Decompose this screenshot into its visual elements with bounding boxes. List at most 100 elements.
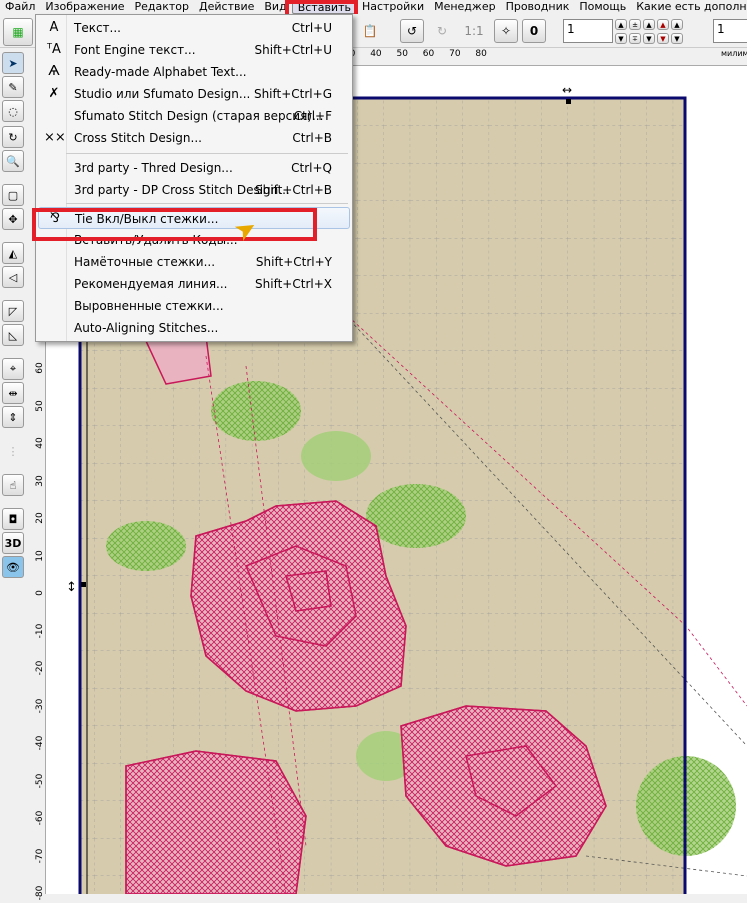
hand-icon[interactable]: ☝	[2, 474, 24, 496]
zoom-icon[interactable]: 🔍	[2, 150, 24, 172]
align-icon[interactable]: ▼	[671, 33, 683, 44]
align-v-icon[interactable]: ⇕	[2, 406, 24, 428]
3d-icon[interactable]: 3D	[2, 532, 24, 554]
move-icon[interactable]: ✥	[2, 208, 24, 230]
menu-item[interactable]: A Текст... Ctrl+U	[38, 17, 350, 39]
ruler-v-label: -20	[35, 660, 45, 676]
preview-icon[interactable]: 👁	[2, 556, 24, 578]
reshape-icon[interactable]: ✎	[2, 76, 24, 98]
new-design-icon[interactable]: ▦	[3, 18, 33, 46]
ruler-h-label: 40	[370, 49, 382, 59]
ruler-v-label: -10	[35, 623, 45, 638]
redo-icon[interactable]: ↻	[430, 19, 454, 43]
menu-item-label: Cross Stitch Design...	[74, 131, 202, 145]
menu-item-label: Tie Вкл/Выкл стежки...	[75, 212, 219, 226]
align-icon[interactable]: ▲	[657, 19, 669, 30]
menu-4[interactable]: Вид	[259, 0, 291, 14]
menu-item[interactable]: 3rd party - Thred Design... Ctrl+Q	[38, 157, 350, 179]
ruler-unit: милиметр	[721, 49, 747, 58]
menu-item[interactable]: Auto-Aligning Stitches...	[38, 317, 350, 339]
menu-item[interactable]: Рекомендуемая линия... Shift+Ctrl+X	[38, 273, 350, 295]
spin-down-icon[interactable]: ▼	[615, 33, 627, 44]
menu-item-shortcut: Shift+Ctrl+G	[253, 87, 332, 101]
frame-icon[interactable]: ▢	[2, 184, 24, 206]
menu-8[interactable]: Проводник	[501, 0, 575, 14]
ruler-h-label: 50	[396, 49, 408, 59]
paste-icon[interactable]: 📋	[358, 19, 382, 43]
count-input-1[interactable]: 1	[563, 19, 613, 43]
menu-item[interactable]: Выровненные стежки...	[38, 295, 350, 317]
menu-item[interactable]: ⅋ Tie Вкл/Выкл стежки...	[38, 207, 350, 229]
insert-dropdown-menu: A Текст... Ctrl+U ᵀA Font Engine текст... Shi…	[35, 14, 353, 342]
menu-item-shortcut: Ctrl+Q	[291, 161, 332, 175]
menu-item[interactable]: Sfumato Stitch Design (старая версия)...…	[38, 105, 350, 127]
font-engine-icon: ᵀA	[47, 42, 61, 57]
menu-item-label: Текст...	[74, 21, 121, 35]
center-icon[interactable]: ⌖	[2, 358, 24, 380]
ruler-v-label: 20	[35, 512, 45, 524]
ruler-v-label: -70	[35, 848, 45, 863]
ruler-v-label: -80	[35, 885, 45, 901]
resize-handle-top[interactable]	[566, 99, 571, 104]
align-icon[interactable]: ±	[629, 19, 641, 30]
spin-up-icon[interactable]: ▲	[615, 19, 627, 30]
menu-5[interactable]: Вставить	[291, 0, 357, 14]
menu-item[interactable]: ᵀA Font Engine текст... Shift+Ctrl+U	[38, 39, 350, 61]
menu-10[interactable]: Какие есть дополн	[631, 0, 747, 14]
outline-icon[interactable]: 0	[522, 19, 546, 43]
menu-item-label: Studio или Sfumato Design...	[74, 87, 251, 101]
lasso-icon[interactable]: ◌	[2, 100, 24, 122]
menu-item[interactable]: 3rd party - DP Cross Stitch Design... Shi…	[38, 179, 350, 201]
align-icon[interactable]: ▼	[657, 33, 669, 44]
sfumato-icon: ✗	[48, 86, 60, 101]
menu-item[interactable]: Ѧ Ready-made Alphabet Text...	[38, 61, 350, 83]
align-icon[interactable]: ▼	[643, 33, 655, 44]
ruler-v-label: -60	[35, 810, 45, 826]
magic-wand-icon[interactable]: ✧	[494, 19, 518, 43]
menu-1[interactable]: Изображение	[40, 0, 129, 14]
menu-item[interactable]: ⨯⨯ Cross Stitch Design... Ctrl+B	[38, 127, 350, 149]
align-icon[interactable]: ∓	[629, 33, 641, 44]
rotate-icon[interactable]: ↻	[2, 126, 24, 148]
count-input-2[interactable]: 1	[713, 19, 747, 43]
menu-item-label: Ready-made Alphabet Text...	[74, 65, 247, 79]
ruler-v-label: 40	[35, 437, 45, 449]
menu-item-label: Намёточные стежки...	[74, 255, 216, 269]
select-arrow-icon[interactable]: ➤	[2, 52, 24, 74]
menu-item[interactable]: Намёточные стежки... Shift+Ctrl+Y	[38, 251, 350, 273]
align-h-icon[interactable]: ⇹	[2, 382, 24, 404]
menu-item-shortcut: Ctrl+U	[291, 21, 332, 35]
menu-9[interactable]: Помощь	[574, 0, 631, 14]
menu-2[interactable]: Редактор	[130, 0, 195, 14]
sequence-icon[interactable]: ⋮	[2, 440, 24, 462]
menu-separator	[66, 153, 348, 154]
mirror-v-icon[interactable]: ◁	[2, 266, 24, 288]
align-icon[interactable]: ▲	[643, 19, 655, 30]
hoop-icon[interactable]: ◘	[2, 508, 24, 530]
mirror-h-icon[interactable]: ◭	[2, 242, 24, 264]
ruler-v-label: 50	[35, 399, 45, 412]
ruler-v-label: 30	[35, 474, 45, 487]
menu-3[interactable]: Действие	[194, 0, 259, 14]
menu-item[interactable]: ✗ Studio или Sfumato Design... Shift+Ctrl+…	[38, 83, 350, 105]
menu-6[interactable]: Настройки	[357, 0, 429, 14]
menu-item-label: Рекомендуемая линия...	[74, 277, 228, 291]
horizontal-resize-icon: ↔	[562, 83, 572, 97]
menu-item-shortcut: Ctrl+F	[293, 109, 332, 123]
menu-item-shortcut: Shift+Ctrl+B	[255, 183, 332, 197]
menu-7[interactable]: Менеджер	[429, 0, 500, 14]
scale-1-1-icon[interactable]: 1:1	[462, 19, 486, 43]
ruler-h-label: 60	[422, 49, 435, 59]
menu-item[interactable]: Вставить/Удалить Коды...	[38, 229, 350, 251]
text-icon: A	[49, 20, 59, 35]
tie-icon: ⅋	[49, 211, 61, 226]
ruler-h-label: 80	[475, 49, 487, 59]
slant2-icon[interactable]: ◺	[2, 324, 24, 346]
ruler-v-label: -30	[35, 698, 45, 713]
slant-icon[interactable]: ◸	[2, 300, 24, 322]
align-icon[interactable]: ▲	[671, 19, 683, 30]
resize-handle-left[interactable]	[81, 582, 86, 587]
menu-0[interactable]: Файл	[0, 0, 40, 14]
left-toolbar: ➤ ✎ ◌ ↻ 🔍 ▢ ✥ ◭ ◁ ◸ ◺ ⌖ ⇹ ⇕ ⋮ ☝ ◘ 3D 👁	[0, 48, 28, 894]
undo-icon[interactable]: ↺	[400, 19, 424, 43]
